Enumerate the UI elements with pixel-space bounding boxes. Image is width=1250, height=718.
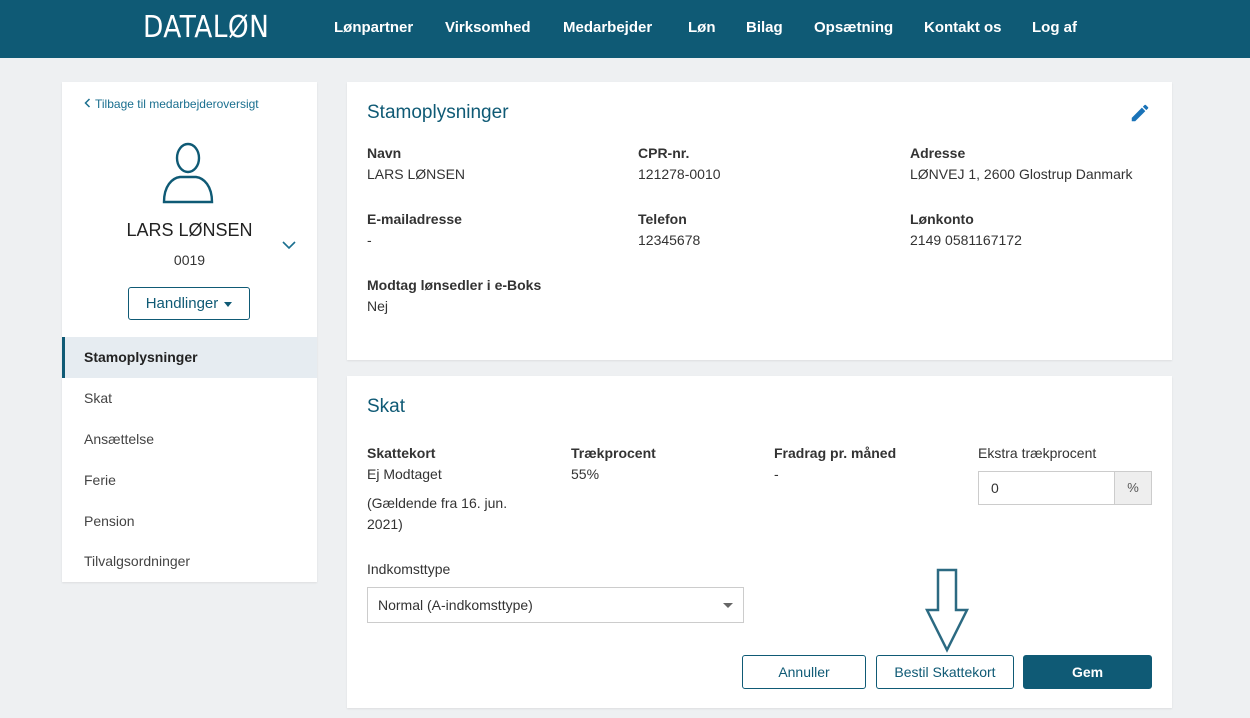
datalon-logo[interactable]: DATALØN — [143, 10, 269, 45]
sidebar-item-tilvalgsordninger[interactable]: Tilvalgsordninger — [62, 541, 317, 582]
nav-item-lon[interactable]: Løn — [688, 19, 716, 39]
sidebar-item-ferie[interactable]: Ferie — [62, 460, 317, 501]
name-label: Navn — [367, 145, 402, 161]
sidebar-item-stamoplysninger[interactable]: Stamoplysninger — [62, 337, 317, 378]
top-navigation-bar: DATALØN Lønpartner Virksomhed Medarbejde… — [0, 0, 1250, 58]
cpr-value: 121278-0010 — [638, 166, 721, 182]
employee-name: LARS LØNSEN — [126, 220, 253, 240]
account-label: Lønkonto — [910, 211, 974, 227]
traekprocent-value: 55% — [571, 466, 600, 482]
phone-label: Telefon — [638, 211, 687, 227]
skat-title: Skat — [367, 396, 406, 417]
skattekort-valid-from-line1: (Gældende fra 16. jun. — [367, 495, 508, 511]
chevron-left-icon — [84, 97, 91, 111]
nav-item-virksomhed[interactable]: Virksomhed — [445, 19, 531, 39]
pencil-edit-icon[interactable] — [1129, 102, 1151, 124]
dropdown-arrow-icon — [723, 603, 733, 608]
nav-item-bilag[interactable]: Bilag — [746, 19, 783, 39]
sidebar-item-ansaettelse[interactable]: Ansættelse — [62, 419, 317, 460]
skattekort-value: Ej Modtaget — [367, 466, 442, 482]
cancel-button[interactable]: Annuller — [742, 655, 866, 689]
fradrag-label: Fradrag pr. måned — [774, 445, 897, 461]
indkomsttype-label: Indkomsttype — [367, 561, 451, 577]
nav-item-log-af[interactable]: Log af — [1032, 19, 1077, 39]
traekprocent-label: Trækprocent — [571, 445, 656, 461]
cpr-label: CPR-nr. — [638, 145, 690, 161]
sidebar-item-skat[interactable]: Skat — [62, 378, 317, 419]
fradrag-value: - — [774, 466, 779, 482]
employee-sidebar: Tilbage til medarbejderoversigt LARS LØN… — [62, 82, 317, 582]
percent-addon: % — [1114, 471, 1152, 505]
nav-item-kontakt-os[interactable]: Kontakt os — [924, 19, 1002, 39]
order-tax-card-button[interactable]: Bestil Skattekort — [876, 655, 1014, 689]
save-button[interactable]: Gem — [1023, 655, 1152, 689]
indkomsttype-selected-value: Normal (A-indkomsttype) — [378, 597, 533, 613]
chevron-down-icon[interactable] — [280, 238, 298, 252]
email-label: E-mailadresse — [367, 211, 462, 227]
phone-value: 12345678 — [638, 232, 701, 248]
caret-down-icon — [224, 301, 233, 307]
employee-number: 0019 — [173, 252, 206, 268]
nav-item-lonpartner[interactable]: Lønpartner — [334, 19, 413, 39]
eboks-label: Modtag lønsedler i e-Boks — [367, 277, 542, 293]
actions-button-label: Handlinger — [145, 295, 219, 312]
address-label: Adresse — [910, 145, 966, 161]
stamoplysninger-card: Stamoplysninger Navn LARS LØNSEN CPR-nr.… — [347, 82, 1172, 360]
ekstra-traekprocent-label: Ekstra trækprocent — [978, 445, 1097, 461]
address-value: LØNVEJ 1, 2600 Glostrup Danmark — [910, 166, 1133, 182]
email-value: - — [367, 232, 372, 248]
nav-item-medarbejder[interactable]: Medarbejder — [563, 19, 652, 39]
down-arrow-annotation-icon — [925, 568, 969, 653]
ekstra-traekprocent-input[interactable] — [978, 471, 1115, 505]
name-value: LARS LØNSEN — [367, 166, 466, 182]
actions-dropdown-button[interactable]: Handlinger — [128, 287, 250, 320]
sidebar-item-pension[interactable]: Pension — [62, 501, 317, 542]
skattekort-label: Skattekort — [367, 445, 436, 461]
account-value: 2149 0581167172 — [910, 232, 1022, 248]
back-to-employee-list-link[interactable]: Tilbage til medarbejderoversigt — [84, 97, 259, 111]
back-link-label: Tilbage til medarbejderoversigt — [95, 97, 259, 111]
nav-item-opsaetning[interactable]: Opsætning — [814, 19, 893, 39]
user-avatar-icon — [162, 142, 214, 204]
skat-card: Skat Skattekort Ej Modtaget (Gældende fr… — [347, 376, 1172, 708]
eboks-value: Nej — [367, 298, 389, 314]
skattekort-valid-from-line2: 2021) — [367, 516, 403, 532]
indkomsttype-select[interactable]: Normal (A-indkomsttype) — [367, 587, 744, 623]
stamoplysninger-title: Stamoplysninger — [367, 102, 509, 123]
